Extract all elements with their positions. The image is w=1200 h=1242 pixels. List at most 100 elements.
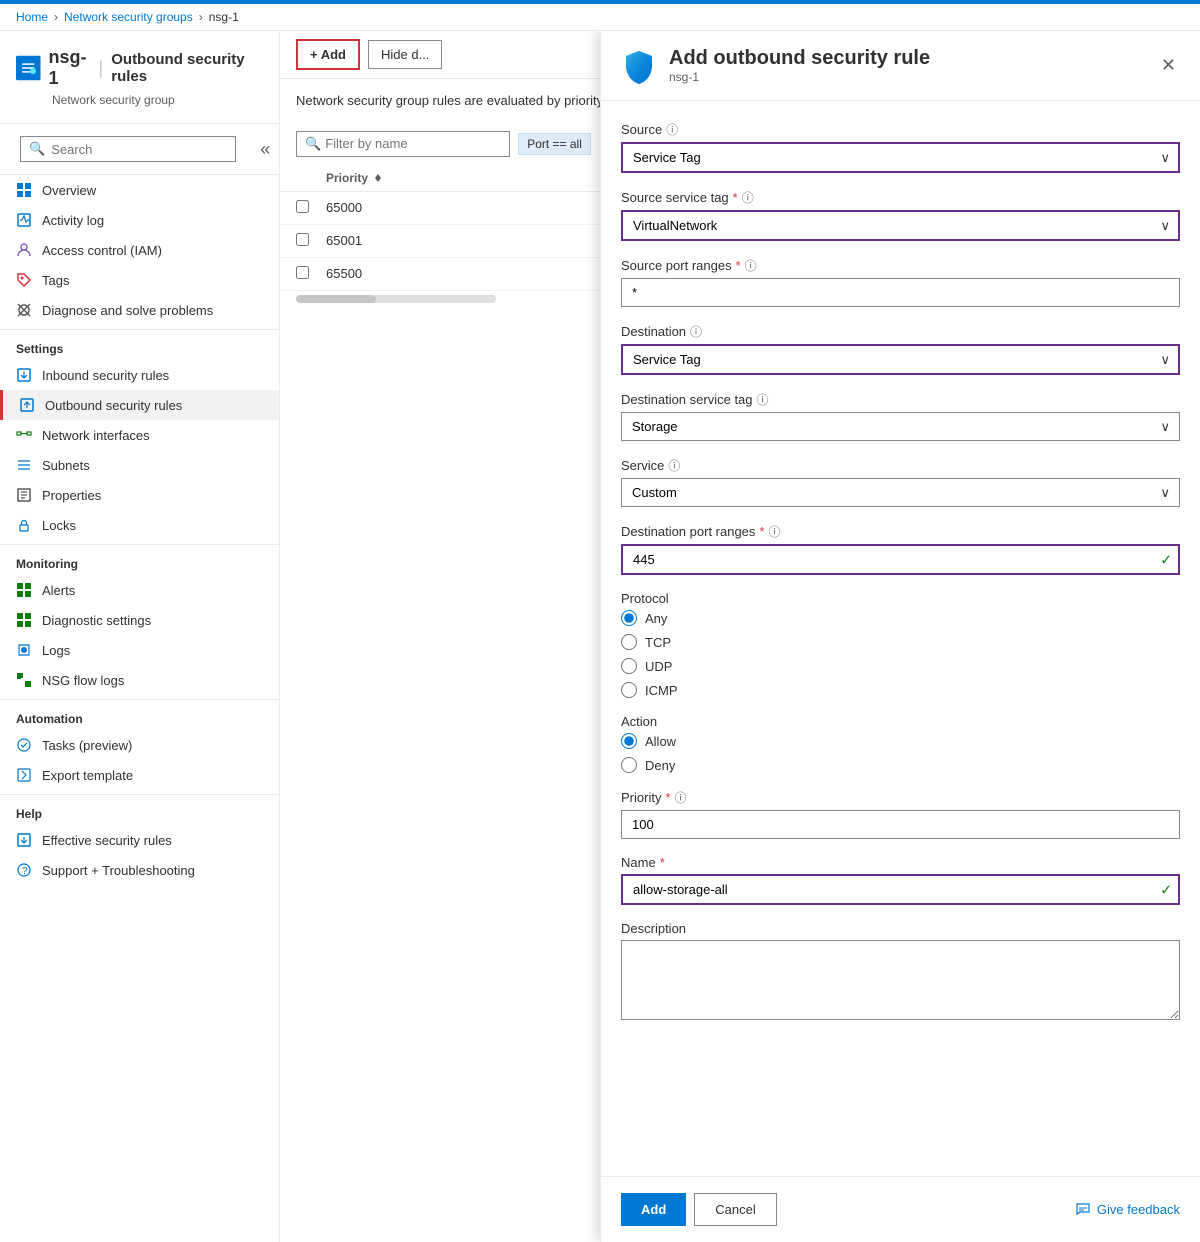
service-label: Service ⓘ	[621, 457, 1180, 474]
close-panel-button[interactable]: ✕	[1157, 51, 1180, 80]
name-input-wrapper: ✓	[621, 874, 1180, 905]
sidebar-item-network-interfaces[interactable]: Network interfaces	[0, 420, 279, 450]
page-title-sidebar: Outbound security rules	[111, 51, 263, 85]
sidebar-label-tags: Tags	[42, 273, 69, 288]
sidebar-item-nsg-flow-logs[interactable]: NSG flow logs	[0, 665, 279, 695]
sidebar-item-diagnose[interactable]: Diagnose and solve problems	[0, 295, 279, 325]
action-allow-label: Allow	[645, 734, 676, 749]
sidebar-item-inbound[interactable]: Inbound security rules	[0, 360, 279, 390]
source-label: Source ⓘ	[621, 121, 1180, 138]
priority-input[interactable]	[621, 810, 1180, 839]
sidebar-item-support[interactable]: ? Support + Troubleshooting	[0, 855, 279, 885]
action-deny-radio[interactable]	[621, 757, 637, 773]
sidebar-item-overview[interactable]: Overview	[0, 175, 279, 205]
source-service-tag-select[interactable]: VirtualNetwork Internet AzureLoadBalance…	[621, 210, 1180, 241]
name-input[interactable]	[621, 874, 1180, 905]
search-input[interactable]	[51, 142, 227, 157]
field-action: Action Allow Deny	[621, 714, 1180, 773]
source-port-info-icon[interactable]: ⓘ	[745, 257, 757, 274]
dest-port-info-icon[interactable]: ⓘ	[768, 523, 780, 540]
source-select[interactable]: Service Tag Any IP Addresses Application…	[621, 142, 1180, 173]
sidebar-item-logs[interactable]: Logs	[0, 635, 279, 665]
service-select[interactable]: Custom HTTP HTTPS RDP SSH	[621, 478, 1180, 507]
outbound-icon	[19, 397, 35, 413]
action-allow-radio[interactable]	[621, 733, 637, 749]
section-monitoring: Monitoring	[0, 544, 279, 575]
sidebar: nsg-1 | Outbound security rules Network …	[0, 31, 280, 1242]
required-star-3: *	[759, 524, 764, 539]
breadcrumb-home[interactable]: Home	[16, 10, 48, 24]
row-checkbox-1[interactable]	[296, 200, 309, 213]
sidebar-item-outbound[interactable]: Outbound security rules	[0, 390, 279, 420]
sidebar-search-box[interactable]: 🔍	[20, 136, 236, 162]
row-checkbox-2[interactable]	[296, 233, 309, 246]
sidebar-item-iam[interactable]: Access control (IAM)	[0, 235, 279, 265]
sidebar-item-subnets[interactable]: Subnets	[0, 450, 279, 480]
service-info-icon[interactable]: ⓘ	[668, 457, 680, 474]
source-port-ranges-input[interactable]	[621, 278, 1180, 307]
protocol-any-label: Any	[645, 611, 667, 626]
protocol-tcp-radio[interactable]	[621, 634, 637, 650]
dest-port-input-wrapper: ✓	[621, 544, 1180, 575]
row-checkbox-3[interactable]	[296, 266, 309, 279]
action-allow-option[interactable]: Allow	[621, 733, 1180, 749]
field-source-port-ranges: Source port ranges * ⓘ	[621, 257, 1180, 307]
protocol-udp-radio[interactable]	[621, 658, 637, 674]
protocol-icmp-radio[interactable]	[621, 682, 637, 698]
field-destination: Destination ⓘ Service Tag Any IP Address…	[621, 323, 1180, 375]
priority-info-icon[interactable]: ⓘ	[675, 789, 687, 806]
give-feedback-link[interactable]: Give feedback	[1075, 1202, 1180, 1218]
panel-cancel-button[interactable]: Cancel	[694, 1193, 776, 1226]
field-destination-service-tag: Destination service tag ⓘ Storage Intern…	[621, 391, 1180, 441]
destination-service-tag-label: Destination service tag ⓘ	[621, 391, 1180, 408]
action-deny-label: Deny	[645, 758, 675, 773]
sidebar-label-iam: Access control (IAM)	[42, 243, 162, 258]
description-label: Description	[621, 921, 1180, 936]
section-automation: Automation	[0, 699, 279, 730]
sidebar-item-export[interactable]: Export template	[0, 760, 279, 790]
breadcrumb-sep-2: ›	[199, 10, 203, 24]
sidebar-item-tasks[interactable]: Tasks (preview)	[0, 730, 279, 760]
protocol-tcp-option[interactable]: TCP	[621, 634, 1180, 650]
sidebar-item-activity-log[interactable]: Activity log	[0, 205, 279, 235]
col-priority-header[interactable]: Priority	[326, 171, 446, 185]
panel-add-button[interactable]: Add	[621, 1193, 686, 1226]
source-service-tag-info-icon[interactable]: ⓘ	[742, 189, 754, 206]
sidebar-item-tags[interactable]: Tags	[0, 265, 279, 295]
breadcrumb-nsg-link[interactable]: Network security groups	[64, 10, 193, 24]
destination-service-tag-select[interactable]: Storage Internet VirtualNetwork	[621, 412, 1180, 441]
protocol-icmp-option[interactable]: ICMP	[621, 682, 1180, 698]
filter-tag-port[interactable]: Port == all	[518, 133, 591, 155]
sidebar-item-diagnostic-settings[interactable]: Diagnostic settings	[0, 605, 279, 635]
tasks-icon	[16, 737, 32, 753]
destination-select-wrapper: Service Tag Any IP Addresses Application…	[621, 344, 1180, 375]
dest-service-tag-info-icon[interactable]: ⓘ	[757, 391, 769, 408]
hide-button[interactable]: Hide d...	[368, 40, 442, 69]
destination-select[interactable]: Service Tag Any IP Addresses Application…	[621, 344, 1180, 375]
action-deny-option[interactable]: Deny	[621, 757, 1180, 773]
sidebar-item-locks[interactable]: Locks	[0, 510, 279, 540]
sidebar-item-effective-rules[interactable]: Effective security rules	[0, 825, 279, 855]
filter-input[interactable]	[325, 136, 501, 151]
destination-label: Destination ⓘ	[621, 323, 1180, 340]
filter-input-box[interactable]: 🔍	[296, 131, 510, 157]
diagnose-icon	[16, 302, 32, 318]
destination-info-icon[interactable]: ⓘ	[690, 323, 702, 340]
add-button[interactable]: + Add	[296, 39, 360, 70]
panel-footer: Add Cancel Give feedback	[601, 1176, 1200, 1242]
protocol-any-radio[interactable]	[621, 610, 637, 626]
sidebar-item-properties[interactable]: Properties	[0, 480, 279, 510]
sidebar-label-diag-settings: Diagnostic settings	[42, 613, 151, 628]
source-info-icon[interactable]: ⓘ	[666, 121, 678, 138]
inbound-icon	[16, 367, 32, 383]
sidebar-label-support: Support + Troubleshooting	[42, 863, 195, 878]
description-textarea[interactable]	[621, 940, 1180, 1020]
content-area: + Add Hide d... Network security group r…	[280, 31, 1200, 1242]
svg-text:?: ?	[22, 866, 28, 877]
dest-port-ranges-input[interactable]	[621, 544, 1180, 575]
sidebar-item-alerts[interactable]: Alerts	[0, 575, 279, 605]
protocol-udp-option[interactable]: UDP	[621, 658, 1180, 674]
collapse-button[interactable]: «	[252, 135, 278, 164]
tags-icon	[16, 272, 32, 288]
protocol-any-option[interactable]: Any	[621, 610, 1180, 626]
